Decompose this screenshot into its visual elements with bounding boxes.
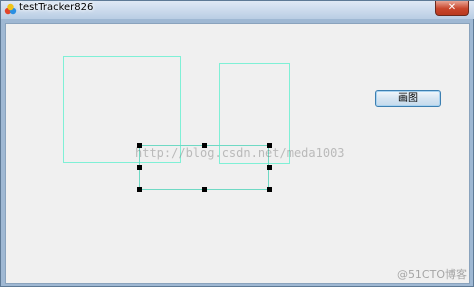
resize-handle-bottom-right[interactable]	[267, 187, 272, 192]
resize-handle-right[interactable]	[267, 165, 272, 170]
window-title: testTracker826	[19, 2, 94, 13]
close-icon: ✕	[447, 2, 457, 13]
resize-handle-bottom-left[interactable]	[137, 187, 142, 192]
site-watermark: @51CTO博客	[396, 268, 467, 281]
app-icon	[4, 3, 17, 15]
title-bar[interactable]: testTracker826 ✕	[1, 1, 474, 19]
close-button[interactable]: ✕	[435, 1, 469, 16]
resize-handle-bottom[interactable]	[202, 187, 207, 192]
watermark-text: http://blog.csdn.net/meda1003	[135, 146, 345, 160]
resize-handle-left[interactable]	[137, 165, 142, 170]
draw-button[interactable]: 画图	[375, 90, 441, 107]
app-window: testTracker826 ✕ 画图 http://blog.csdn.net…	[0, 0, 474, 287]
